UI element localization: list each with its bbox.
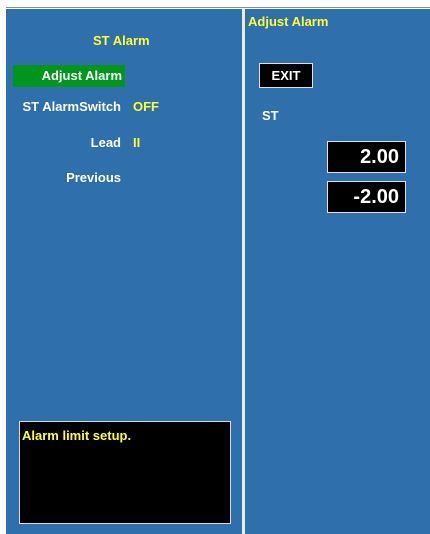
menu-title: ST Alarm [93, 33, 150, 48]
adjust-alarm-menu-item[interactable]: Adjust Alarm [13, 65, 125, 87]
exit-button[interactable]: EXIT [259, 63, 313, 88]
lead-label[interactable]: Lead [91, 135, 121, 151]
help-text-box: Alarm limit setup. [19, 421, 231, 524]
previous-menu-item[interactable]: Previous [66, 170, 121, 186]
st-alarm-switch-label[interactable]: ST AlarmSwitch [23, 99, 121, 115]
adjust-alarm-title: Adjust Alarm [248, 14, 329, 29]
lead-value[interactable]: II [133, 135, 140, 151]
st-alarm-switch-value[interactable]: OFF [133, 99, 159, 115]
st-low-limit-field[interactable]: -2.00 [327, 181, 406, 213]
st-parameter-label: ST [262, 108, 279, 123]
top-border-line [6, 7, 430, 8]
help-text: Alarm limit setup. [22, 428, 132, 443]
st-high-limit-field[interactable]: 2.00 [327, 141, 406, 173]
